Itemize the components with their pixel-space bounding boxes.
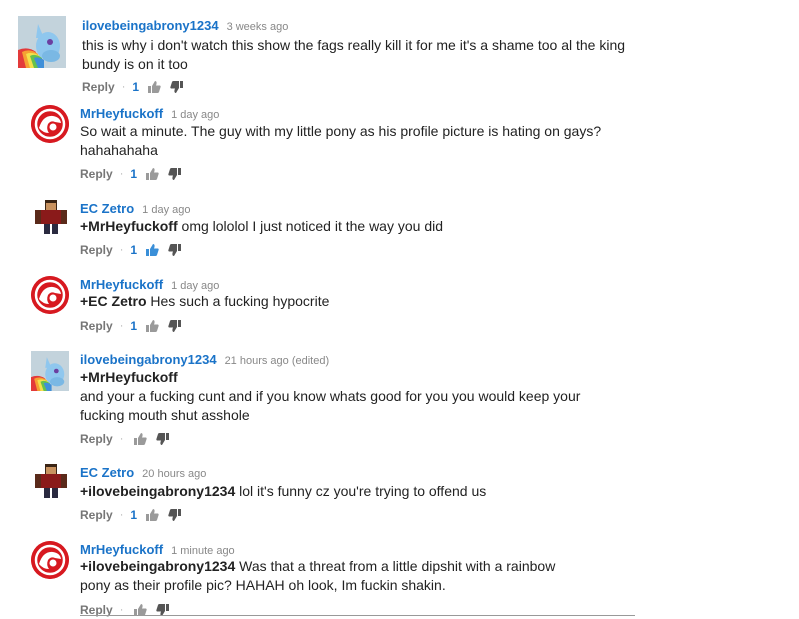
comment-text-line: bundy is on it too — [82, 56, 188, 72]
comment-text-line: So wait a minute. The guy with my little… — [80, 123, 602, 139]
separator-dot: · — [119, 168, 124, 180]
comment-text: +MrHeyfuckoff omg lololol I just noticed… — [80, 217, 660, 236]
like-count: 1 — [132, 80, 140, 94]
separator-dot: · — [119, 433, 124, 445]
like-count: 1 — [130, 167, 138, 181]
holden-logo-avatar[interactable] — [31, 105, 69, 143]
like-count: 1 — [130, 319, 138, 333]
comment-text: +EC Zetro Hes such a fucking hypocrite — [80, 292, 660, 311]
separator-dot: · — [119, 320, 124, 332]
comment-actions: Reply · — [80, 432, 170, 446]
reply-button[interactable]: Reply — [80, 243, 113, 257]
author-link[interactable]: ilovebeingabrony1234 — [82, 18, 219, 33]
comment-text-segment: Hes such a fucking hypocrite — [146, 293, 330, 309]
like-count: 1 — [130, 508, 138, 522]
reply-button[interactable]: Reply — [80, 508, 113, 522]
comment-text-line: +ilovebeingabrony1234 lol it's funny cz … — [80, 482, 660, 501]
separator-dot: · — [119, 509, 124, 521]
comment-text-segment: lol it's funny cz you're trying to offen… — [235, 483, 487, 499]
comment-text-line: +EC Zetro Hes such a fucking hypocrite — [80, 292, 660, 311]
separator-dot: · — [119, 244, 124, 256]
comment-header: EC Zetro 20 hours ago — [80, 464, 206, 482]
comment-text-line: fucking mouth shut asshole — [80, 407, 250, 423]
holden-logo-avatar[interactable] — [31, 276, 69, 314]
comment-text-segment: omg lololol I just noticed it the way yo… — [177, 218, 444, 234]
thumbs-up-icon[interactable] — [146, 320, 159, 332]
thumbs-up-icon[interactable] — [148, 81, 161, 93]
thumbs-down-icon[interactable] — [168, 320, 182, 332]
divider-line — [80, 615, 635, 616]
comment-text-line: this is why i don't watch this show the … — [82, 37, 626, 53]
thumbs-down-icon[interactable] — [168, 244, 182, 256]
thumbs-down-icon[interactable] — [156, 433, 170, 445]
thumbs-down-icon[interactable] — [168, 168, 182, 180]
minecraft-skin-avatar[interactable] — [35, 464, 67, 498]
comment-actions: Reply · 1 — [80, 508, 182, 522]
comment-text-line: +MrHeyfuckoff omg lololol I just noticed… — [80, 217, 660, 236]
comment-text-segment: Was that a threat from a little dipshit … — [235, 558, 556, 574]
minecraft-skin-avatar[interactable] — [35, 200, 67, 234]
comment-text-line: pony as their profile pic? HAHAH oh look… — [80, 577, 446, 593]
comment-text-line: +ilovebeingabrony1234 Was that a threat … — [80, 557, 660, 576]
comment-header: EC Zetro 1 day ago — [80, 200, 191, 218]
mention-link[interactable]: +MrHeyfuckoff — [80, 369, 178, 385]
comment-timestamp[interactable]: 1 day ago — [171, 109, 219, 121]
comment-timestamp[interactable]: 1 minute ago — [171, 545, 235, 557]
comment-timestamp[interactable]: 1 day ago — [142, 204, 190, 216]
mention-link[interactable]: +EC Zetro — [80, 293, 147, 309]
thumbs-down-icon[interactable] — [170, 81, 184, 93]
pony-avatar[interactable] — [31, 351, 69, 391]
comment-text: So wait a minute. The guy with my little… — [80, 122, 660, 160]
comment-text: +MrHeyfuckoff and your a fucking cunt an… — [80, 368, 660, 425]
comment-text: this is why i don't watch this show the … — [82, 36, 662, 74]
thumbs-up-icon[interactable] — [146, 509, 159, 521]
mention-link[interactable]: +ilovebeingabrony1234 — [80, 558, 235, 574]
reply-button[interactable]: Reply — [82, 80, 115, 94]
pony-avatar[interactable] — [18, 16, 66, 68]
comment-actions: Reply · 1 — [80, 319, 182, 333]
separator-dot: · — [121, 81, 126, 93]
comment-timestamp[interactable]: 3 weeks ago — [227, 21, 289, 33]
holden-logo-avatar[interactable] — [31, 541, 69, 579]
comment-header: ilovebeingabrony1234 21 hours ago (edited… — [80, 351, 329, 369]
comment-text-line: hahahahaha — [80, 142, 158, 158]
comment-text: +ilovebeingabrony1234 Was that a threat … — [80, 557, 660, 595]
comment-text: +ilovebeingabrony1234 lol it's funny cz … — [80, 482, 660, 501]
thumbs-up-icon[interactable] — [146, 168, 159, 180]
comment-timestamp[interactable]: 1 day ago — [171, 280, 219, 292]
reply-button[interactable]: Reply — [80, 432, 113, 446]
author-link[interactable]: MrHeyfuckoff — [80, 106, 163, 121]
mention-link[interactable]: +ilovebeingabrony1234 — [80, 483, 235, 499]
comment-timestamp[interactable]: 20 hours ago — [142, 468, 206, 480]
author-link[interactable]: MrHeyfuckoff — [80, 277, 163, 292]
mention-link[interactable]: +MrHeyfuckoff — [80, 218, 178, 234]
reply-button[interactable]: Reply — [80, 167, 113, 181]
thumbs-down-icon[interactable] — [168, 509, 182, 521]
comment-actions: Reply · 1 — [80, 167, 182, 181]
comment-header: ilovebeingabrony1234 3 weeks ago — [82, 17, 288, 35]
comment-text-line: +MrHeyfuckoff — [80, 368, 660, 387]
comment-text-line: and your a fucking cunt and if you know … — [80, 388, 581, 404]
comment-actions: Reply · 1 — [82, 80, 184, 94]
reply-button[interactable]: Reply — [80, 319, 113, 333]
author-link[interactable]: EC Zetro — [80, 465, 134, 480]
comment-actions: Reply · 1 — [80, 243, 182, 257]
thumbs-up-icon[interactable] — [134, 433, 148, 445]
comment-timestamp[interactable]: 21 hours ago (edited) — [225, 355, 330, 367]
author-link[interactable]: EC Zetro — [80, 201, 134, 216]
author-link[interactable]: MrHeyfuckoff — [80, 542, 163, 557]
author-link[interactable]: ilovebeingabrony1234 — [80, 352, 217, 367]
thumbs-up-icon[interactable] — [146, 244, 159, 256]
like-count: 1 — [130, 243, 138, 257]
comment-header: MrHeyfuckoff 1 day ago — [80, 105, 219, 123]
